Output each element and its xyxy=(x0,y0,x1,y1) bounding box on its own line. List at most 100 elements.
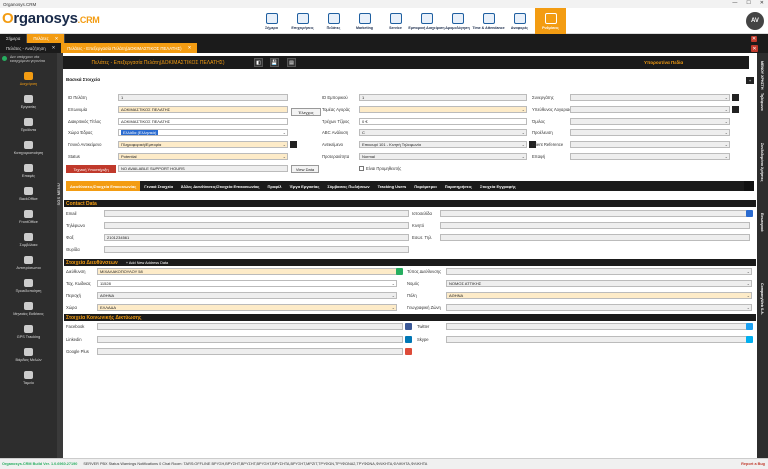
sidebar-item-3[interactable]: Κατηγοριοποίηση xyxy=(0,136,57,159)
nav-4[interactable]: Service xyxy=(380,8,411,34)
contact-r-0-field[interactable] xyxy=(440,210,750,217)
basic-3-field[interactable]: Ελλάδα (Ελληνικά) ⌄ xyxy=(118,129,288,136)
twitter-icon[interactable] xyxy=(746,323,753,330)
linkedin-icon[interactable] xyxy=(405,336,412,343)
chevron-down-icon[interactable]: ⌄ xyxy=(725,95,728,100)
chevron-down-icon[interactable]: ⌄ xyxy=(283,154,286,159)
minimize-button[interactable]: — xyxy=(732,0,737,6)
right-strip-item[interactable]: Τηλέφωνα xyxy=(760,93,764,111)
address-r-2-field[interactable]: ΑΘΗΝΑ ⌄ xyxy=(446,292,752,299)
subtab-0[interactable]: Πελάτες - Αναζήτηση ✕ xyxy=(0,43,61,53)
sidebar-item-11[interactable]: GPS Tracking xyxy=(0,320,57,343)
contact-r-2-field[interactable] xyxy=(440,234,750,241)
detail-tab-2[interactable]: Άλλες Διευθύνσεις/Στοιχεία Επικοινωνίας xyxy=(177,181,264,191)
address-1-field[interactable]: 11528 ⌄ xyxy=(97,280,397,287)
sidebar-item-4[interactable]: Επαφές xyxy=(0,159,57,182)
sidebar-item-5[interactable]: BackOffice xyxy=(0,182,57,205)
chevron-down-icon[interactable]: ⌄ xyxy=(283,130,286,135)
detail-tab-8[interactable]: Παρατηρήσεις xyxy=(441,181,476,191)
chevron-down-icon[interactable]: ⌄ xyxy=(522,107,525,112)
nav-5[interactable]: Εμπορική Διαχείριση xyxy=(408,8,445,34)
sidebar-item-10[interactable]: Μηνιαίες Εκθέσεις xyxy=(0,297,57,320)
extra-4-field[interactable]: ⌄ xyxy=(570,141,730,148)
chevron-down-icon[interactable]: ⌄ xyxy=(522,154,525,159)
market-0-field[interactable]: 1 xyxy=(359,94,527,101)
market-4-field[interactable]: Επικουρί 101 - Κινητή Τηλεφωνία ⌄ xyxy=(359,141,527,148)
close-icon[interactable]: ✕ xyxy=(188,45,192,51)
close-tab-row-button[interactable]: ✕ xyxy=(751,36,757,42)
close-window-button[interactable]: ✕ xyxy=(760,0,764,6)
chevron-down-icon[interactable]: ⌄ xyxy=(392,305,395,310)
nav-3[interactable]: Marketing xyxy=(349,8,380,34)
tab-1[interactable]: Πελάτες ✕ xyxy=(27,34,66,43)
social-r-1-field[interactable] xyxy=(446,336,752,343)
market-2-field[interactable]: 0 € xyxy=(359,118,527,125)
chevron-down-icon[interactable]: ⌄ xyxy=(392,281,395,286)
basic-2-field[interactable]: ΔΟΚΙΜΑΣΤΙΚΟΣ ΠΕΛΑΤΗΣ xyxy=(118,118,288,125)
nav-8[interactable]: Αναφορές xyxy=(504,8,535,34)
chevron-down-icon[interactable]: ⌄ xyxy=(747,281,750,286)
extra-1-action-button[interactable] xyxy=(732,106,739,113)
basic-4-field[interactable]: Πληροφορική/Εμπορία ⌄ xyxy=(118,141,288,148)
sidebar-item-7[interactable]: Συμβόλαια xyxy=(0,228,57,251)
save-icon[interactable]: 💾 xyxy=(270,58,279,67)
nav-7[interactable]: Time & Attendance xyxy=(472,8,505,34)
detail-tab-3[interactable]: Προφίλ xyxy=(263,181,285,191)
detail-tab-6[interactable]: Tracking Users xyxy=(374,181,411,191)
check-button[interactable]: Έλεγχος xyxy=(291,108,321,116)
social-1-field[interactable] xyxy=(97,336,403,343)
extra-1-field[interactable]: ⌄ xyxy=(570,106,730,113)
basic-4-action-button[interactable] xyxy=(290,141,297,148)
right-strip-item[interactable]: ΜΕΝΟΥ ΧΡΗΣΤΗ xyxy=(760,61,764,89)
contact-3-field[interactable] xyxy=(104,246,409,253)
chevron-down-icon[interactable]: ⌄ xyxy=(747,293,750,298)
web-icon[interactable] xyxy=(746,210,753,217)
sidebar-item-12[interactable]: Βάρδιες Μελών xyxy=(0,343,57,366)
extra-0-action-button[interactable] xyxy=(732,94,739,101)
tech-support-button[interactable]: Τεχνική Υποστήριξη xyxy=(66,165,116,173)
checkbox-icon[interactable] xyxy=(359,166,364,171)
detail-tab-7[interactable]: Παράμετροι xyxy=(410,181,440,191)
facebook-icon[interactable] xyxy=(405,323,412,330)
tab-0[interactable]: Σήμερα xyxy=(0,34,28,43)
chevron-down-icon[interactable]: ⌄ xyxy=(392,293,395,298)
address-r-1-field[interactable]: ΝΟΜΟΣ ΑΤΤΙΚΗΣ ⌄ xyxy=(446,280,752,287)
social-r-0-field[interactable] xyxy=(446,323,752,330)
chevron-down-icon[interactable]: ⌄ xyxy=(725,107,728,112)
market-5-field[interactable]: Normal ⌄ xyxy=(359,153,527,160)
skype-icon[interactable] xyxy=(746,336,753,343)
sidebar-item-13[interactable]: Ταμείο xyxy=(0,366,57,389)
maximize-button[interactable]: ☐ xyxy=(746,0,750,6)
nav-6[interactable]: Δρομολόγηση xyxy=(442,8,473,34)
sidebar-item-8[interactable]: Αντιπρόσωποι xyxy=(0,251,57,274)
close-all-tabs-button[interactable]: ✕ xyxy=(751,45,758,52)
nav-9[interactable]: Ρυθμίσεις xyxy=(535,8,566,34)
close-icon[interactable]: ✕ xyxy=(52,45,56,51)
social-0-field[interactable] xyxy=(97,323,403,330)
basic-1-field[interactable]: ΔΟΚΙΜΑΣΤΙΚΟΣ ΠΕΛΑΤΗΣ xyxy=(118,106,288,113)
nav-1[interactable]: Επιχειρήσεις xyxy=(287,8,318,34)
map-pin-icon[interactable] xyxy=(396,268,403,275)
basic-5-field[interactable]: Potential ⌄ xyxy=(118,153,288,160)
contact-1-field[interactable] xyxy=(104,222,409,229)
right-strip-item[interactable]: CompanyWeb S.A. xyxy=(760,283,764,315)
nav-2[interactable]: Πελάτες xyxy=(318,8,349,34)
address-2-field[interactable]: ΑΘΗΝΑ ⌄ xyxy=(97,292,397,299)
close-icon[interactable]: ✕ xyxy=(55,36,59,42)
add-address-link[interactable]: + Add New Address Data xyxy=(126,261,168,265)
chevron-down-icon[interactable]: ⌄ xyxy=(725,142,728,147)
google-plus-icon[interactable] xyxy=(405,348,412,355)
nav-0[interactable]: Σήμερα xyxy=(256,8,287,34)
expand-button[interactable]: + xyxy=(746,77,754,84)
user-avatar[interactable]: AV xyxy=(746,12,764,30)
address-r-0-field[interactable]: ⌄ xyxy=(446,268,752,275)
sidebar-item-6[interactable]: FrontOffice xyxy=(0,205,57,228)
view-data-button[interactable]: View Data xyxy=(291,165,319,173)
extra-0-field[interactable]: ⌄ xyxy=(570,94,730,101)
detail-tab-5[interactable]: Σύμβασεις Πωλήσεων xyxy=(323,181,373,191)
contact-0-field[interactable] xyxy=(104,210,409,217)
extra-2-field[interactable]: ⌄ xyxy=(570,118,730,125)
address-0-field[interactable]: ΜΙΧΑΛΑΚΟΠΟΥΛΟΥ 58 xyxy=(97,268,397,275)
contact-2-field[interactable]: 2101234561 xyxy=(104,234,409,241)
sidebar-item-2[interactable]: Προϊόντα xyxy=(0,113,57,136)
